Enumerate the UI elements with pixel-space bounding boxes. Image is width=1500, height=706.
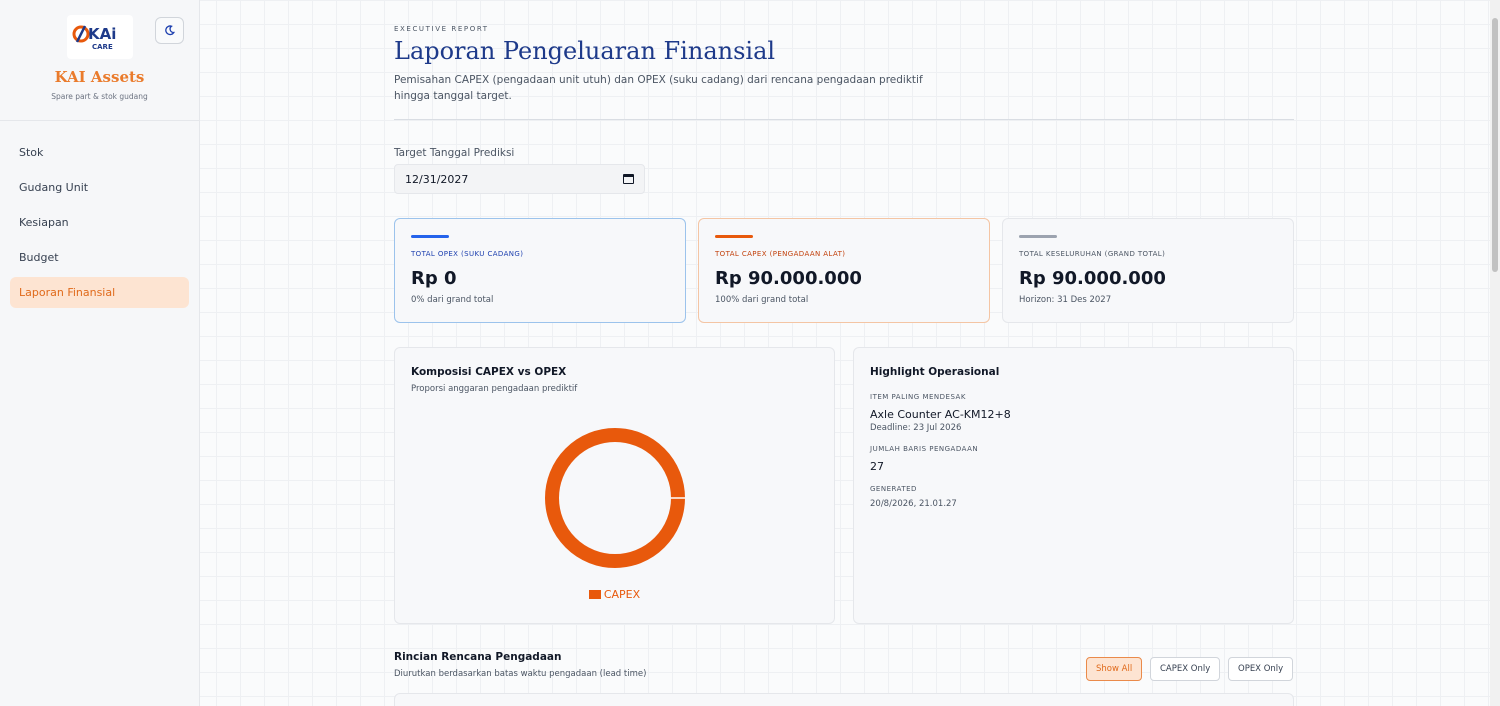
sidebar-item-gudang-unit[interactable]: Gudang Unit [10, 172, 189, 203]
procurement-rows-label: JUMLAH BARIS PENGADAAN [870, 445, 979, 453]
opex-total-card: TOTAL OPEX (SUKU CADANG) Rp 0 0% dari gr… [394, 218, 686, 323]
page-title: Laporan Pengeluaran Finansial [394, 37, 776, 65]
moon-icon [165, 25, 175, 36]
header-divider [394, 119, 1294, 120]
sidebar-item-budget[interactable]: Budget [10, 242, 189, 273]
target-date-label: Target Tanggal Prediksi [394, 147, 515, 159]
show-all-button[interactable]: Show All [1086, 657, 1143, 681]
sidebar-item-laporan-finansial[interactable]: Laporan Finansial [10, 277, 189, 308]
opex-accent-bar [411, 235, 449, 238]
logo-wordmark-sub: CARE [92, 43, 113, 51]
grand-total-label: TOTAL KESELURUHAN (GRAND TOTAL) [1019, 250, 1166, 258]
slice-capex[interactable] [545, 428, 685, 568]
chart-subtitle: Proporsi anggaran pengadaan prediktif [411, 384, 578, 394]
sidebar: KAi CARE KAI Assets Spare part & stok gu… [0, 0, 200, 706]
app-subtitle: Spare part & stok gudang [51, 92, 148, 101]
donut-chart[interactable] [543, 426, 687, 570]
chart-title: Komposisi CAPEX vs OPEX [411, 366, 567, 378]
capex-accent-bar [715, 235, 753, 238]
grand-total-note: Horizon: 31 Des 2027 [1019, 295, 1112, 305]
capex-total-note: 100% dari grand total [715, 295, 809, 305]
logo-graphic: KAi CARE [72, 25, 116, 51]
report-eyebrow: EXECUTIVE REPORT [394, 25, 489, 33]
urgent-item-deadline: Deadline: 23 Jul 2026 [870, 423, 962, 433]
theme-toggle-button[interactable] [155, 17, 184, 44]
sidebar-item-stok[interactable]: Stok [10, 137, 189, 168]
capex-only-button[interactable]: CAPEX Only [1150, 657, 1221, 681]
target-date-input[interactable]: 12/31/2027 [394, 164, 645, 194]
legend-item-capex[interactable]: CAPEX [588, 588, 641, 601]
operational-highlight-panel: Highlight Operasional ITEM PALING MENDES… [853, 347, 1294, 624]
urgent-item-label: ITEM PALING MENDESAK [870, 393, 966, 401]
procurement-rows-value: 27 [870, 460, 884, 473]
opex-total-label: TOTAL OPEX (SUKU CADANG) [411, 250, 524, 258]
grand-total-value: Rp 90.000.000 [1019, 268, 1166, 289]
opex-only-button[interactable]: OPEX Only [1228, 657, 1294, 681]
app-name: KAI Assets [54, 68, 145, 86]
details-title: Rincian Rencana Pengadaan [394, 651, 562, 663]
sidebar-nav: Stok Gudang Unit Kesiapan Budget Laporan… [0, 121, 199, 308]
page-scrollbar[interactable] [1490, 0, 1500, 706]
chart-legend: CAPEX [395, 588, 834, 601]
generated-value: 20/8/2026, 21.01.27 [870, 499, 957, 509]
legend-label: CAPEX [603, 588, 641, 601]
kai-care-logo: KAi CARE [67, 15, 133, 59]
total-accent-bar [1019, 235, 1057, 238]
capex-total-label: TOTAL CAPEX (PENGADAAN ALAT) [715, 250, 846, 258]
capex-total-card: TOTAL CAPEX (PENGADAAN ALAT) Rp 90.000.0… [698, 218, 990, 323]
opex-total-note: 0% dari grand total [411, 295, 494, 305]
target-date-value: 12/31/2027 [405, 172, 469, 186]
page-description: Pemisahan CAPEX (pengadaan unit utuh) da… [394, 74, 923, 102]
procurement-table [394, 693, 1294, 706]
brand-header: KAi CARE KAI Assets Spare part & stok gu… [0, 0, 199, 121]
logo-wordmark: KAi [88, 25, 116, 43]
composition-chart-panel: Komposisi CAPEX vs OPEX Proporsi anggara… [394, 347, 835, 624]
scrollbar-thumb[interactable] [1492, 18, 1498, 272]
details-subtitle: Diurutkan berdasarkan batas waktu pengad… [394, 669, 647, 679]
grand-total-card: TOTAL KESELURUHAN (GRAND TOTAL) Rp 90.00… [1002, 218, 1294, 323]
urgent-item-name: Axle Counter AC-KM12+8 [870, 408, 1011, 421]
generated-label: GENERATED [870, 485, 917, 493]
capex-total-value: Rp 90.000.000 [715, 268, 862, 289]
highlight-title: Highlight Operasional [870, 366, 1000, 378]
legend-swatch [588, 590, 601, 599]
calendar-icon[interactable] [623, 174, 634, 184]
opex-total-value: Rp 0 [411, 268, 457, 289]
sidebar-item-kesiapan[interactable]: Kesiapan [10, 207, 189, 238]
